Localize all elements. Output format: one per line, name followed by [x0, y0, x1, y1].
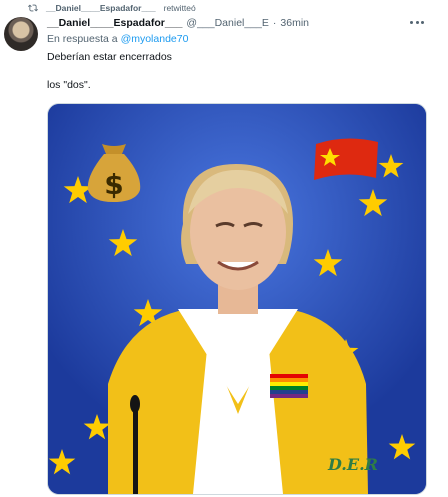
rainbow-flag-icon [270, 374, 308, 398]
timestamp[interactable]: 36min [280, 17, 309, 29]
tweet-text-line: Deberían estar encerrados [47, 51, 172, 63]
watermark: D.E.R [327, 455, 378, 474]
tweet-text: Deberían estar encerrados los "dos". [47, 50, 427, 92]
avatar[interactable] [4, 17, 38, 51]
tweet-media-image[interactable]: $ D.E.R [47, 103, 427, 495]
display-name[interactable]: __Daniel____Espadafor___ [47, 17, 182, 29]
retweet-context: __Daniel____Espadafor___ retwitteó [28, 1, 196, 15]
more-icon[interactable] [410, 17, 424, 27]
tweet-text-line: los "dos". [47, 79, 91, 91]
reply-to-link[interactable]: @myolande70 [121, 33, 189, 45]
svg-text:$: $ [104, 168, 123, 201]
reply-context: En respuesta a @myolande70 [47, 33, 188, 45]
retweeter-name[interactable]: __Daniel____Espadafor___ [46, 3, 156, 13]
reply-prefix: En respuesta a [47, 33, 118, 45]
china-flag-icon [314, 138, 378, 180]
user-handle[interactable]: @___Daniel___E [186, 17, 268, 29]
tweet-header: __Daniel____Espadafor___ @___Daniel___E … [47, 15, 437, 31]
media-illustration: $ D.E.R [48, 104, 426, 494]
separator-dot: · [272, 17, 277, 29]
retweet-action: retwitteó [163, 3, 196, 13]
retweet-icon [28, 4, 38, 12]
